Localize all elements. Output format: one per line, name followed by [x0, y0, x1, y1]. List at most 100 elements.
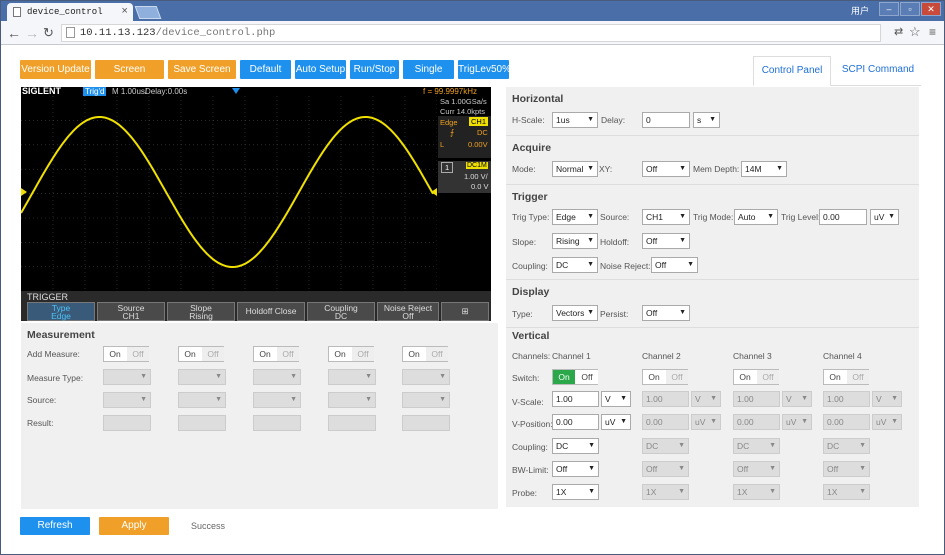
channel-3-vpos-unit[interactable]: uV ▼	[782, 414, 812, 430]
trig-mode-select[interactable]: Auto ▼	[734, 209, 778, 225]
trig-type-select[interactable]: Edge ▼	[552, 209, 598, 225]
acq-mode-select[interactable]: Normal ▼	[552, 161, 598, 177]
channel-4-switch[interactable]: On Off	[823, 369, 869, 385]
trig-coupling-select[interactable]: DC ▼	[552, 257, 598, 273]
measure-4-type-select[interactable]: ▼	[328, 369, 376, 385]
scope-screen[interactable]: SIGLENT Trig'd M 1.00us/ Delay:0.00s f =…	[21, 87, 491, 321]
reload-icon[interactable]: ↻	[43, 25, 54, 41]
ch1-info-box[interactable]: 1 DC1M 1.00 V/ 0.0 V	[438, 161, 491, 193]
hscale-select[interactable]: 1us ▼	[552, 112, 598, 128]
channel-3-vpos-input[interactable]: 0.00	[733, 414, 780, 430]
channel-1-probe-select[interactable]: 1X ▼	[552, 484, 599, 500]
network-icon[interactable]: ⊞	[441, 302, 489, 321]
channel-1-vscale-input[interactable]: 1.00	[552, 391, 599, 407]
screen-refresh-button[interactable]: Screen Refresh	[95, 60, 164, 94]
xy-select[interactable]: Off ▼	[642, 161, 690, 177]
address-bar[interactable]: 10.11.13.123/device_control.php	[61, 24, 881, 42]
tab-control-panel[interactable]: Control Panel	[753, 56, 831, 86]
slope-select[interactable]: Rising ▼	[552, 233, 598, 249]
measure-3-toggle[interactable]: On Off	[253, 346, 299, 362]
close-window-icon[interactable]: ✕	[921, 2, 941, 16]
channel-4-vpos-input[interactable]: 0.00	[823, 414, 870, 430]
auto-setup-button[interactable]: Auto Setup	[295, 60, 346, 79]
measure-1-source-select[interactable]: ▼	[103, 392, 151, 408]
persist-select[interactable]: Off ▼	[642, 305, 690, 321]
menu-icon[interactable]: ≡	[929, 25, 936, 39]
display-type-select[interactable]: Vectors ▼	[552, 305, 598, 321]
delay-unit-select[interactable]: s ▼	[693, 112, 720, 128]
select-value: DC	[646, 441, 659, 451]
channel-2-vscale-input[interactable]: 1.00	[642, 391, 689, 407]
channel-1-vpos-unit[interactable]: uV ▼	[601, 414, 631, 430]
tab-scpi-command[interactable]: SCPI Command	[835, 56, 921, 86]
channel-4-probe-select[interactable]: 1X ▼	[823, 484, 870, 500]
trig-level-input[interactable]: 0.00	[819, 209, 867, 225]
channel-1-vpos-input[interactable]: 0.00	[552, 414, 599, 430]
channel-1-switch[interactable]: On Off	[552, 369, 598, 385]
channel-1-coupling-select[interactable]: DC ▼	[552, 438, 599, 454]
browser-tab[interactable]: device_control ×	[7, 3, 133, 21]
channel-3-vscale-input[interactable]: 1.00	[733, 391, 780, 407]
channel-4-coupling-select[interactable]: DC ▼	[823, 438, 870, 454]
measure-4-toggle[interactable]: On Off	[328, 346, 374, 362]
channel-4-vpos-unit[interactable]: uV ▼	[872, 414, 902, 430]
refresh-button[interactable]: Refresh	[20, 517, 90, 535]
measure-5-source-select[interactable]: ▼	[402, 392, 450, 408]
close-tab-icon[interactable]: ×	[121, 6, 128, 18]
channel-2-coupling-select[interactable]: DC ▼	[642, 438, 689, 454]
new-tab-button[interactable]	[134, 6, 162, 19]
back-icon[interactable]: ←	[7, 25, 21, 41]
display-type-label: Type:	[512, 309, 533, 319]
softkey-slope[interactable]: Slope Rising	[167, 302, 235, 321]
single-button[interactable]: Single	[403, 60, 454, 79]
channel-2-bw-select[interactable]: Off ▼	[642, 461, 689, 477]
noise-reject-select[interactable]: Off ▼	[651, 257, 698, 273]
channel-3-vscale-unit[interactable]: V ▼	[782, 391, 812, 407]
channel-3-coupling-select[interactable]: DC ▼	[733, 438, 780, 454]
default-button[interactable]: Default	[240, 60, 291, 79]
channel-1-vscale-unit[interactable]: V ▼	[601, 391, 631, 407]
channel-2-vpos-unit[interactable]: uV ▼	[691, 414, 721, 430]
mem-depth-select[interactable]: 14M ▼	[741, 161, 787, 177]
delay-input[interactable]: 0	[642, 112, 690, 128]
channel-3-bw-select[interactable]: Off ▼	[733, 461, 780, 477]
channel-4-vscale-unit[interactable]: V ▼	[872, 391, 902, 407]
channel-1-bw-select[interactable]: Off ▼	[552, 461, 599, 477]
apply-button[interactable]: Apply	[99, 517, 169, 535]
restore-icon[interactable]: ▫	[900, 2, 920, 16]
measure-3-type-select[interactable]: ▼	[253, 369, 301, 385]
measure-1-toggle[interactable]: On Off	[103, 346, 149, 362]
softkey-source[interactable]: Source CH1	[97, 302, 165, 321]
measure-2-toggle[interactable]: On Off	[178, 346, 224, 362]
measure-1-type-select[interactable]: ▼	[103, 369, 151, 385]
channel-2-vscale-unit[interactable]: V ▼	[691, 391, 721, 407]
channel-4-vscale-input[interactable]: 1.00	[823, 391, 870, 407]
channel-2-switch[interactable]: On Off	[642, 369, 688, 385]
forward-icon[interactable]: →	[25, 25, 39, 41]
channel-2-probe-select[interactable]: 1X ▼	[642, 484, 689, 500]
save-screen-button[interactable]: Save Screen	[168, 60, 236, 79]
bookmark-star-icon[interactable]: ☆	[909, 24, 921, 40]
measure-5-toggle[interactable]: On Off	[402, 346, 448, 362]
channel-4-bw-select[interactable]: Off ▼	[823, 461, 870, 477]
run-stop-button[interactable]: Run/Stop	[350, 60, 399, 79]
minimize-icon[interactable]: –	[879, 2, 899, 16]
trig-source-select[interactable]: CH1 ▼	[642, 209, 690, 225]
channel-3-switch[interactable]: On Off	[733, 369, 779, 385]
softkey-holdoff[interactable]: Holdoff Close	[237, 302, 305, 321]
triglev50-button[interactable]: TrigLev50%	[458, 60, 511, 79]
version-update-button[interactable]: Version Update	[20, 60, 91, 79]
translate-icon[interactable]: ⇄	[894, 25, 903, 38]
softkey-coupling[interactable]: Coupling DC	[307, 302, 375, 321]
trig-level-unit-select[interactable]: uV ▼	[870, 209, 899, 225]
measure-2-type-select[interactable]: ▼	[178, 369, 226, 385]
measure-3-source-select[interactable]: ▼	[253, 392, 301, 408]
measure-5-type-select[interactable]: ▼	[402, 369, 450, 385]
softkey-noise-reject[interactable]: Noise Reject Off	[377, 302, 439, 321]
measure-4-source-select[interactable]: ▼	[328, 392, 376, 408]
holdoff-select[interactable]: Off ▼	[642, 233, 690, 249]
channel-2-vpos-input[interactable]: 0.00	[642, 414, 689, 430]
softkey-type[interactable]: Type Edge	[27, 302, 95, 321]
channel-3-probe-select[interactable]: 1X ▼	[733, 484, 780, 500]
measure-2-source-select[interactable]: ▼	[178, 392, 226, 408]
